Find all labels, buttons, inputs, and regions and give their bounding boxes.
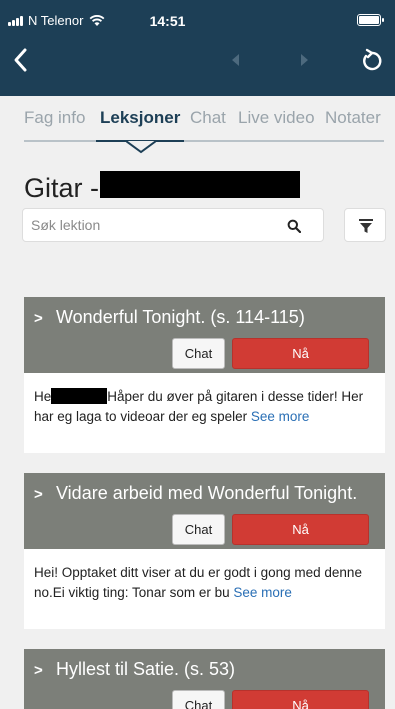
lesson-text: Hei! Opptaket ditt viser at du er godt i… — [34, 563, 379, 603]
lesson-title[interactable]: Vidare arbeid med Wonderful Tonight. — [56, 483, 357, 504]
redacted-name — [51, 388, 108, 404]
lesson-header[interactable]: > Hyllest til Satie. (s. 53) Chat Nå — [24, 649, 385, 709]
search-box — [22, 208, 324, 242]
lesson-description: He Håper du øver på gitaren i desse tider… — [24, 373, 385, 453]
refresh-icon[interactable] — [358, 46, 386, 74]
tabs-divider — [24, 140, 384, 142]
tab-notater[interactable]: Notater — [325, 108, 381, 128]
redacted-name — [100, 171, 300, 198]
course-title: Gitar - — [24, 173, 100, 203]
clock: 14:51 — [149, 13, 186, 29]
tab-bar: Fag info Leksjoner Chat Live video Notat… — [0, 108, 395, 148]
filter-button[interactable] — [344, 208, 386, 242]
previous-icon[interactable] — [228, 52, 244, 68]
lesson-header[interactable]: > Wonderful Tonight. (s. 114-115) Chat N… — [24, 297, 385, 373]
chat-button[interactable]: Chat — [172, 514, 225, 545]
now-button[interactable]: Nå — [232, 514, 369, 545]
see-more-link[interactable]: See more — [233, 585, 292, 600]
now-button[interactable]: Nå — [232, 690, 369, 709]
lesson-title[interactable]: Hyllest til Satie. (s. 53) — [56, 659, 235, 680]
tab-leksjoner[interactable]: Leksjoner — [100, 108, 180, 128]
filter-icon — [359, 219, 373, 233]
search-input[interactable] — [31, 209, 281, 241]
now-button[interactable]: Nå — [232, 338, 369, 369]
chevron-right-icon[interactable]: > — [34, 662, 43, 679]
active-tab-notch — [126, 140, 156, 154]
search-icon[interactable] — [287, 219, 301, 233]
battery-icon — [357, 14, 384, 26]
tab-live-video[interactable]: Live video — [238, 108, 315, 128]
see-more-link[interactable]: See more — [251, 409, 310, 424]
lesson-description: Hei! Opptaket ditt viser at du er godt i… — [24, 549, 385, 629]
lesson-title[interactable]: Wonderful Tonight. (s. 114-115) — [56, 307, 305, 328]
back-icon[interactable] — [8, 42, 38, 78]
lesson-text-body: Hei! Opptaket ditt viser at du er godt i… — [34, 565, 362, 600]
chat-button[interactable]: Chat — [172, 690, 225, 709]
tab-chat[interactable]: Chat — [190, 108, 226, 128]
tab-fag-info[interactable]: Fag info — [24, 108, 85, 128]
status-bar: N Telenor 14:51 — [0, 0, 395, 44]
top-bar: N Telenor 14:51 — [0, 0, 395, 96]
next-icon[interactable] — [296, 52, 312, 68]
lesson-text: He Håper du øver på gitaren i desse tider… — [34, 387, 379, 427]
chat-button[interactable]: Chat — [172, 338, 225, 369]
chevron-right-icon[interactable]: > — [34, 486, 43, 503]
lesson-text-prefix: He — [34, 389, 52, 404]
lesson-header[interactable]: > Vidare arbeid med Wonderful Tonight. C… — [24, 473, 385, 549]
chevron-right-icon[interactable]: > — [34, 310, 43, 327]
